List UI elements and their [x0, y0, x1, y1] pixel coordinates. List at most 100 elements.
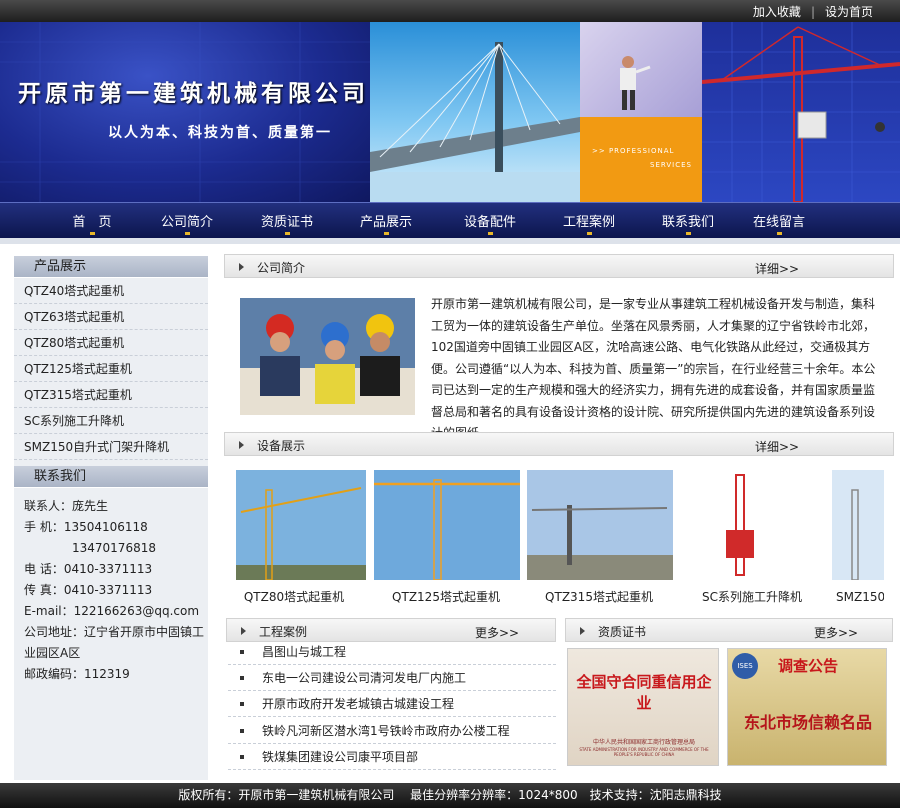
about-workers-image — [240, 298, 415, 415]
set-home-link[interactable]: 设为首页 — [820, 5, 878, 19]
cert2-title: 东北市场信赖名品 — [743, 713, 872, 732]
equipment-image-smz150[interactable] — [832, 470, 884, 580]
nav-products-marker — [384, 232, 389, 235]
sidebar-contact-info: 联系人：庞先生 手 机：13504106118 13470176818 电 话：… — [14, 488, 208, 685]
contact-address: 公司地址：辽宁省开原市中固镇工 — [24, 625, 205, 639]
case-item-kangping[interactable]: 铁煤集团建设公司康平项目部 — [228, 744, 556, 770]
bullet-icon — [240, 676, 244, 680]
cert1-issuer-en: STATE ADMINISTRATION FOR INDUSTRY AND CO… — [579, 747, 709, 757]
sidebar-product-qtz63[interactable]: QTZ63塔式起重机 — [14, 304, 208, 330]
header-banner: 开原市第一建筑机械有限公司 以人为本、科技为首、质量第一 >> PROFESSI… — [0, 22, 900, 202]
tower-crane-icon — [236, 470, 366, 580]
sidebar-contact-title: 联系我们 — [14, 466, 208, 488]
tower-crane-icon — [527, 470, 673, 580]
case-item-kaiyuan[interactable]: 开原市政府开发老城镇古城建设工程 — [228, 691, 556, 717]
contact-address-2: 业园区A区 — [24, 646, 81, 660]
company-slogan: 以人为本、科技为首、质量第一 — [108, 125, 332, 141]
sidebar-product-sc[interactable]: SC系列施工升降机 — [14, 408, 208, 434]
sidebar-product-list: QTZ40塔式起重机 QTZ63塔式起重机 QTZ80塔式起重机 QTZ125塔… — [14, 278, 208, 460]
worker-icon — [620, 56, 651, 110]
nav-divider — [0, 238, 900, 244]
nav-certificates-marker — [285, 232, 290, 235]
ises-logo-icon: ISES — [732, 653, 758, 679]
sidebar-product-qtz40[interactable]: QTZ40塔式起重机 — [14, 278, 208, 304]
professional-services-block: >> PROFESSIONAL SERVICES — [580, 117, 702, 202]
contact-postcode: 邮政编码：112319 — [24, 667, 130, 681]
equipment-caption-qtz125[interactable]: QTZ125塔式起重机 — [381, 588, 511, 605]
nav-cases[interactable]: 工程案例 — [544, 211, 634, 230]
hoist-icon — [688, 470, 798, 580]
equipment-caption-qtz80[interactable]: QTZ80塔式起重机 — [236, 588, 352, 605]
about-arrow-icon — [239, 263, 244, 271]
case-item-title[interactable]: 铁煤集团建设公司康平项目部 — [262, 744, 418, 770]
main-nav: 首 页 公司简介 资质证书 产品展示 设备配件 工程案例 联系我们 在线留言 — [0, 202, 900, 238]
crane-icon — [701, 22, 900, 202]
nav-home[interactable]: 首 页 — [47, 211, 137, 230]
case-item-tieling[interactable]: 铁岭凡河新区潜水湾1号铁岭市政府办公楼工程 — [228, 718, 556, 744]
equipment-arrow-icon — [239, 441, 244, 449]
nav-about[interactable]: 公司简介 — [142, 211, 232, 230]
nav-certificates[interactable]: 资质证书 — [242, 211, 332, 230]
case-item-qinghe[interactable]: 东电一公司建设公司清河发电厂内施工 — [228, 665, 556, 691]
case-item-title[interactable]: 铁岭凡河新区潜水湾1号铁岭市政府办公楼工程 — [262, 718, 510, 744]
contact-mobile-2: 13470176818 — [24, 541, 156, 555]
bullet-icon — [240, 650, 244, 654]
footer-copyright: 版权所有：开原市第一建筑机械有限公司 最佳分辨率分辨率：1024*800 技术支… — [178, 788, 722, 802]
nav-parts-marker — [488, 232, 493, 235]
certs-more-link[interactable]: 更多>> — [814, 624, 858, 641]
sidebar-product-qtz125[interactable]: QTZ125塔式起重机 — [14, 356, 208, 382]
about-description: 开原市第一建筑机械有限公司，是一家专业从事建筑工程机械设备开发与制造，集科工贸为… — [431, 297, 876, 440]
sidebar-product-qtz80[interactable]: QTZ80塔式起重机 — [14, 330, 208, 356]
top-bar: 加入收藏 | 设为首页 — [0, 0, 900, 22]
cert1-title: 全国守合同重信用企业 — [576, 673, 712, 712]
equipment-caption-qtz315[interactable]: QTZ315塔式起重机 — [534, 588, 664, 605]
top-links: 加入收藏 | 设为首页 — [748, 3, 878, 20]
nav-contact[interactable]: 联系我们 — [643, 211, 733, 230]
equipment-section-header: 设备展示 详细>> — [224, 432, 894, 456]
equipment-more-link[interactable]: 详细>> — [755, 438, 799, 455]
case-item-changtu[interactable]: 昌图山与城工程 — [228, 639, 556, 665]
bullet-icon — [240, 755, 244, 759]
case-item-title[interactable]: 开原市政府开发老城镇古城建设工程 — [262, 691, 454, 717]
nav-products[interactable]: 产品展示 — [341, 211, 431, 230]
equipment-section-title: 设备展示 — [257, 439, 306, 453]
sidebar-product-smz150[interactable]: SMZ150自升式门架升降机 — [14, 434, 208, 460]
equipment-caption-sc[interactable]: SC系列施工升降机 — [690, 588, 814, 605]
nav-cases-marker — [587, 232, 592, 235]
equipment-image-qtz80[interactable] — [236, 470, 366, 580]
certs-arrow-icon — [580, 627, 585, 635]
equipment-image-qtz125[interactable] — [374, 470, 520, 580]
sidebar-products-title: 产品展示 — [14, 256, 208, 278]
certs-section-title: 资质证书 — [598, 625, 647, 639]
banner-grid-pattern — [0, 22, 370, 202]
case-item-title[interactable]: 昌图山与城工程 — [262, 639, 346, 665]
company-name-title: 开原市第一建筑机械有限公司 — [18, 81, 369, 107]
contact-mobile: 手 机：13504106118 — [24, 520, 148, 534]
nav-parts[interactable]: 设备配件 — [445, 211, 535, 230]
cert2-heading: 调查公告 — [778, 657, 839, 675]
nav-home-marker — [90, 232, 95, 235]
equipment-image-sc[interactable] — [688, 470, 798, 580]
case-item-title[interactable]: 东电一公司建设公司清河发电厂内施工 — [262, 665, 466, 691]
nav-message[interactable]: 在线留言 — [734, 211, 824, 230]
cases-section-title: 工程案例 — [259, 625, 308, 639]
engineers-photo-icon — [240, 298, 415, 415]
cert1-issuer: 中华人民共和国国家工商行政管理总局 — [592, 739, 695, 746]
banner-bridge-image — [370, 22, 580, 202]
sidebar-product-qtz315[interactable]: QTZ315塔式起重机 — [14, 382, 208, 408]
about-section-header: 公司简介 详细>> — [224, 254, 894, 278]
cases-arrow-icon — [241, 627, 246, 635]
contact-person: 联系人：庞先生 — [24, 499, 109, 513]
lift-icon — [832, 470, 884, 580]
equipment-image-qtz315[interactable] — [527, 470, 673, 580]
footer: 版权所有：开原市第一建筑机械有限公司 最佳分辨率分辨率：1024*800 技术支… — [0, 783, 900, 808]
about-more-link[interactable]: 详细>> — [755, 260, 799, 277]
nav-about-marker — [185, 232, 190, 235]
bullet-icon — [240, 702, 244, 706]
add-favorite-link[interactable]: 加入收藏 — [748, 5, 806, 19]
certificate-credit-enterprise[interactable]: 全国守合同重信用企业 中华人民共和国国家工商行政管理总局 STATE ADMIN… — [567, 648, 719, 766]
equipment-caption-smz150[interactable]: SMZ150自 — [836, 588, 884, 605]
banner-crane-image — [701, 22, 900, 202]
top-links-separator: | — [810, 5, 815, 19]
certificate-trusted-brand[interactable]: ISES 调查公告 东北市场信赖名品 — [727, 648, 887, 766]
